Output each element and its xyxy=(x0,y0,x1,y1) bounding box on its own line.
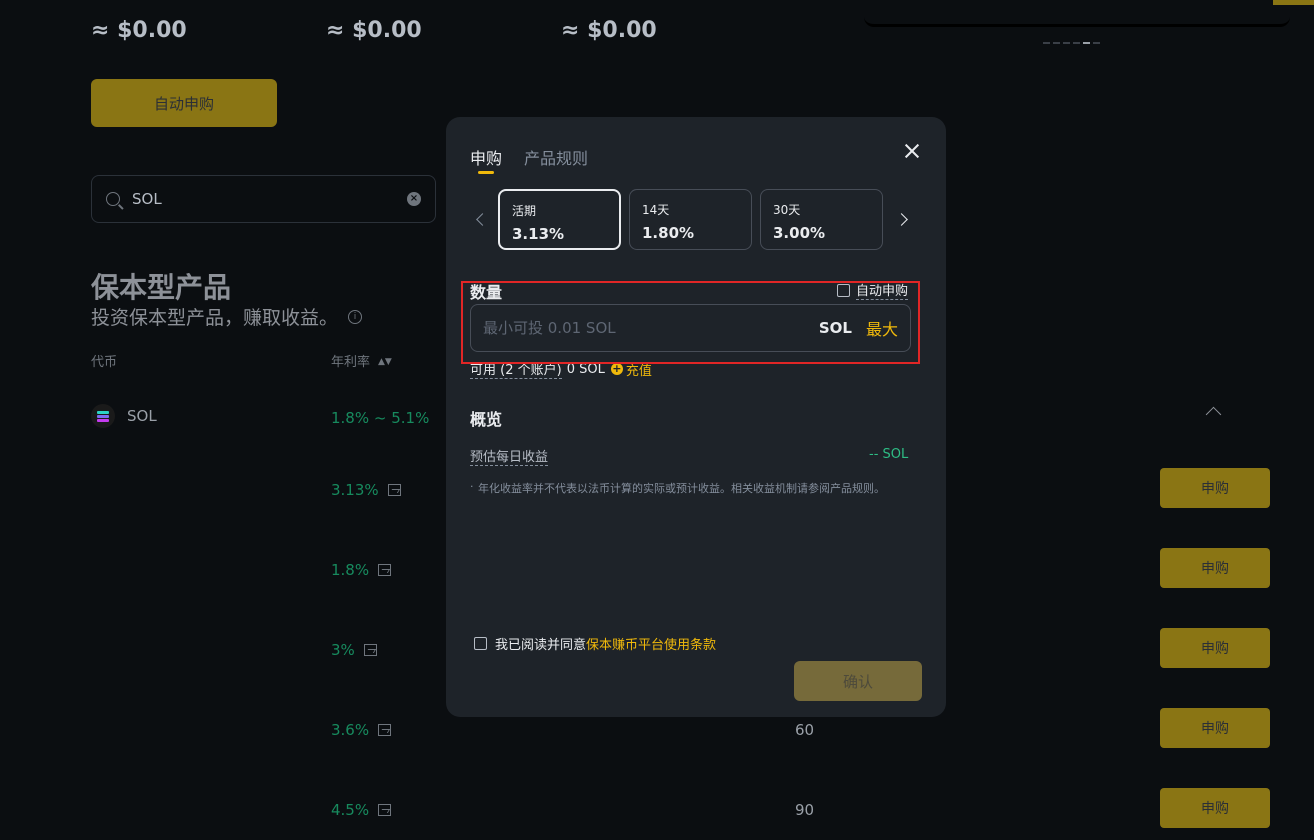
carousel-indicator xyxy=(1043,42,1100,44)
product-apr: 3.13% xyxy=(331,481,401,499)
close-icon[interactable] xyxy=(903,142,921,160)
chart-icon[interactable] xyxy=(378,724,392,736)
overview-title: 概览 xyxy=(470,410,503,429)
est-daily-earnings-value: -- SOL xyxy=(869,447,909,462)
product-apr-value: 3.6% xyxy=(331,721,370,739)
tab-product-rules[interactable]: 产品规则 xyxy=(524,145,588,169)
tab-subscribe[interactable]: 申购 xyxy=(470,145,502,174)
balance-value: ≈ $0.00 xyxy=(561,18,657,43)
term-label: 14天 xyxy=(642,203,670,217)
carousel-dot-active[interactable] xyxy=(1083,42,1090,44)
modal-tabs: 申购 产品规则 xyxy=(470,145,588,174)
chart-icon[interactable] xyxy=(363,644,377,656)
section-subtitle-text: 投资保本型产品，赚取收益。 xyxy=(91,307,339,329)
collapse-chevron-icon[interactable] xyxy=(1205,406,1222,423)
highlight-box xyxy=(461,281,920,364)
column-header-apr-label: 年利率 xyxy=(331,355,371,370)
term-option-flexible[interactable]: 活期 3.13% xyxy=(498,189,621,250)
solana-coin-icon xyxy=(91,404,115,428)
subscribe-button[interactable]: 申购 xyxy=(1160,708,1270,748)
clear-search-icon[interactable]: × xyxy=(407,192,421,206)
agree-text: 我已阅读并同意 xyxy=(495,638,587,653)
chart-icon[interactable] xyxy=(378,804,392,816)
info-icon[interactable]: i xyxy=(348,309,363,324)
terms-agreement[interactable]: 我已阅读并同意 保本赚币平台使用条款 xyxy=(474,634,716,653)
sort-icon[interactable]: ▲▼ xyxy=(378,358,392,367)
chart-icon[interactable] xyxy=(378,564,392,576)
checkbox-icon[interactable] xyxy=(474,637,487,650)
search-input-value[interactable]: SOL xyxy=(132,190,407,208)
search-icon xyxy=(106,192,120,206)
subscribe-modal: 申购 产品规则 活期 3.13% 14天 1.80% 30天 3.00% 数量 … xyxy=(446,117,946,717)
carousel-dot[interactable] xyxy=(1093,42,1100,44)
product-apr-value: 3.13% xyxy=(331,481,379,499)
coin-apr-range: 1.8% ~ 5.1% xyxy=(331,409,430,427)
auto-subscribe-button[interactable]: 自动申购 xyxy=(91,79,277,127)
coin-search-box[interactable]: SOL × xyxy=(91,175,436,223)
balance-value: ≈ $0.00 xyxy=(326,18,422,43)
balance-value: ≈ $0.00 xyxy=(91,18,187,43)
subscribe-button[interactable]: 申购 xyxy=(1160,548,1270,588)
product-duration: 60 xyxy=(795,721,815,739)
coin-row-sol[interactable]: SOL xyxy=(91,404,157,428)
subscribe-button[interactable]: 申购 xyxy=(1160,628,1270,668)
product-apr: 4.5% xyxy=(331,801,392,819)
term-option-30d[interactable]: 30天 3.00% xyxy=(760,189,883,250)
chevron-right-icon[interactable] xyxy=(895,213,908,226)
product-apr-value: 4.5% xyxy=(331,801,370,819)
term-label: 活期 xyxy=(512,204,537,218)
est-daily-earnings-label: 预估每日收益 xyxy=(470,446,549,466)
top-right-button-edge[interactable] xyxy=(1273,0,1314,5)
top-panel-edge xyxy=(864,0,1290,27)
coin-name: SOL xyxy=(127,407,157,425)
term-rate: 3.00% xyxy=(773,224,826,242)
chevron-left-icon[interactable] xyxy=(476,213,489,226)
subscribe-button[interactable]: 申购 xyxy=(1160,468,1270,508)
term-rate: 3.13% xyxy=(512,225,565,243)
term-option-14d[interactable]: 14天 1.80% xyxy=(629,189,752,250)
plus-icon: + xyxy=(610,362,623,375)
section-subtitle: 投资保本型产品，赚取收益。 i xyxy=(91,303,363,330)
term-label: 30天 xyxy=(773,203,801,217)
terms-link[interactable]: 保本赚币平台使用条款 xyxy=(586,634,716,653)
confirm-button[interactable]: 确认 xyxy=(794,661,922,701)
carousel-dot[interactable] xyxy=(1063,42,1070,44)
product-duration: 90 xyxy=(795,801,815,819)
product-apr: 1.8% xyxy=(331,561,392,579)
section-title: 保本型产品 xyxy=(91,271,232,304)
carousel-dot[interactable] xyxy=(1053,42,1060,44)
product-apr: 3% xyxy=(331,641,377,659)
chart-icon[interactable] xyxy=(387,484,401,496)
product-apr: 3.6% xyxy=(331,721,392,739)
product-apr-value: 3% xyxy=(331,641,355,659)
column-header-apr[interactable]: 年利率 ▲▼ xyxy=(331,351,392,370)
carousel-dot[interactable] xyxy=(1043,42,1050,44)
term-rate: 1.80% xyxy=(642,224,695,242)
carousel-dot[interactable] xyxy=(1073,42,1080,44)
column-header-coin: 代币 xyxy=(91,355,118,370)
apr-disclaimer: 年化收益率并不代表以法币计算的实际或预计收益。相关收益机制请参阅产品规则。 xyxy=(470,479,910,497)
product-apr-value: 1.8% xyxy=(331,561,370,579)
subscribe-button[interactable]: 申购 xyxy=(1160,788,1270,828)
